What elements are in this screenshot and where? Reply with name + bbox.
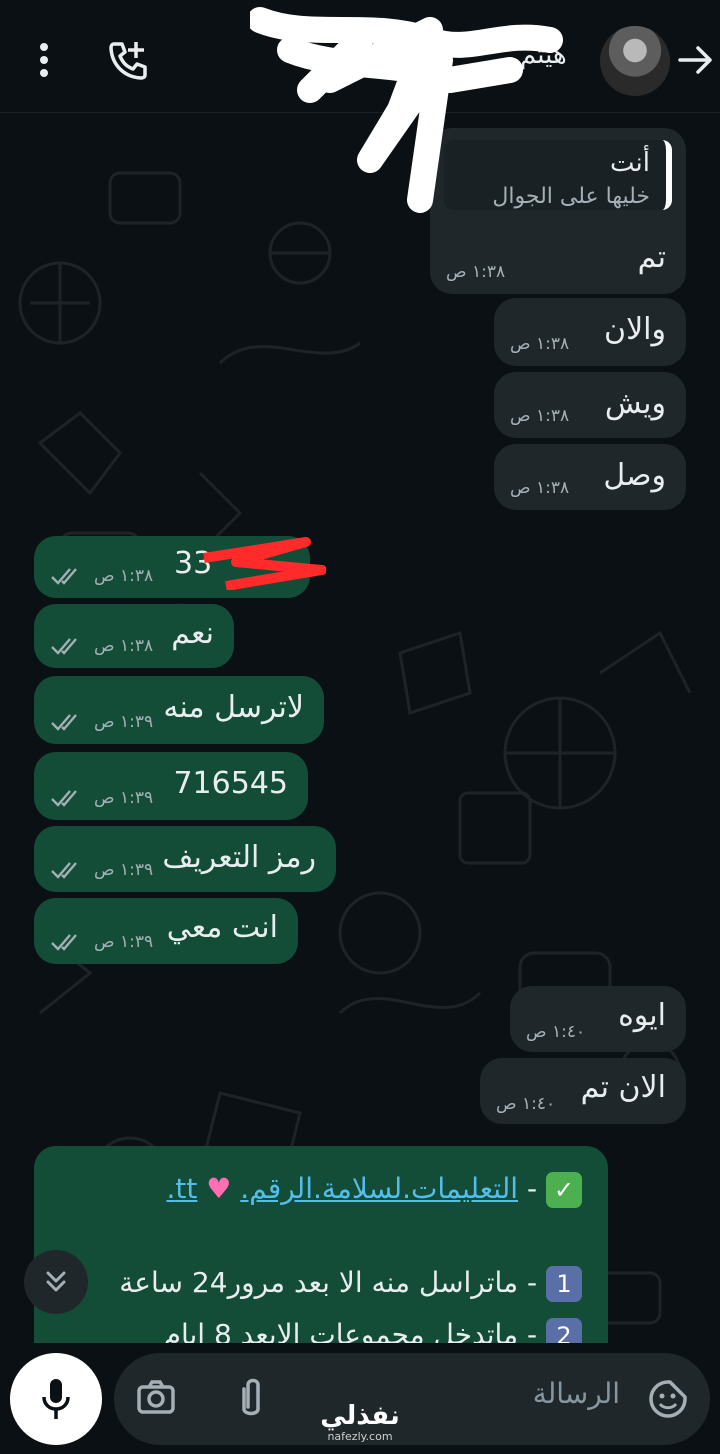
message-outgoing[interactable]: لاترسل منه ١:٣٩ ص bbox=[34, 676, 324, 744]
message-text: تم bbox=[637, 240, 666, 275]
heart-icon: ♥ bbox=[206, 1172, 232, 1205]
scroll-to-bottom-button[interactable] bbox=[24, 1250, 88, 1314]
redaction-scribble bbox=[203, 537, 326, 590]
read-ticks-icon bbox=[51, 790, 77, 807]
message-incoming[interactable]: ايوه ١:٤٠ ص bbox=[510, 986, 686, 1052]
keycap-one-icon: 1 bbox=[546, 1266, 582, 1302]
message-time: ١:٣٨ ص bbox=[94, 566, 154, 586]
add-call-icon[interactable] bbox=[104, 36, 152, 84]
double-chevron-down-icon bbox=[46, 1271, 66, 1292]
watermark-url: nafezly.com bbox=[327, 1430, 393, 1443]
line3-text: - ماتدخل مجموعات الابعد 8 ايام bbox=[163, 1318, 538, 1343]
sticker-icon[interactable] bbox=[648, 1379, 688, 1423]
message-time: ١:٤٠ ص bbox=[496, 1094, 556, 1114]
message-time: ١:٣٩ ص bbox=[94, 788, 154, 808]
watermark: نفذلي nafezly.com bbox=[310, 1402, 410, 1443]
message-time: ١:٣٨ ص bbox=[94, 636, 154, 656]
instructions-line-3: 2 - ماتدخل مجموعات الابعد 8 ايام bbox=[164, 1318, 582, 1343]
message-time: ١:٣٩ ص bbox=[94, 712, 154, 732]
message-text: انت معي bbox=[166, 910, 278, 945]
message-time: ١:٣٨ ص bbox=[446, 262, 506, 282]
message-text: رمز التعريف bbox=[162, 840, 316, 875]
message-text: لاترسل منه bbox=[163, 690, 304, 725]
line2-text: - ماتراسل منه الا بعد مرور24 ساعة bbox=[119, 1266, 538, 1299]
more-options-icon[interactable] bbox=[26, 38, 62, 82]
attach-icon[interactable] bbox=[236, 1375, 266, 1425]
message-text: نعم bbox=[171, 616, 214, 651]
contact-avatar[interactable] bbox=[600, 26, 670, 96]
read-ticks-icon bbox=[51, 638, 77, 655]
message-input-placeholder: الرسالة bbox=[532, 1377, 620, 1410]
message-time: ١:٣٨ ص bbox=[510, 334, 570, 354]
message-incoming[interactable]: وصل ١:٣٨ ص bbox=[494, 444, 686, 510]
check-mark-icon: ✓ bbox=[546, 1172, 582, 1208]
reply-sender: أنت bbox=[610, 148, 650, 178]
message-outgoing[interactable]: انت معي ١:٣٩ ص bbox=[34, 898, 298, 964]
message-text: ويش bbox=[604, 386, 666, 421]
message-outgoing-long[interactable]: ✓ - التعليمات.لسلامة.الرقم. ♥ tt. 1 - ما… bbox=[34, 1146, 608, 1343]
read-ticks-icon bbox=[51, 714, 77, 731]
message-time: ١:٣٩ ص bbox=[94, 860, 154, 880]
instructions-line-1: ✓ - التعليمات.لسلامة.الرقم. ♥ tt. bbox=[167, 1172, 582, 1208]
message-incoming[interactable]: ويش ١:٣٨ ص bbox=[494, 372, 686, 438]
read-ticks-icon bbox=[51, 568, 77, 585]
message-incoming[interactable]: الان تم ١:٤٠ ص bbox=[480, 1058, 686, 1124]
message-incoming[interactable]: والان ١:٣٨ ص bbox=[494, 298, 686, 366]
message-time: ١:٣٨ ص bbox=[510, 406, 570, 426]
message-text: وصل bbox=[603, 458, 666, 493]
instructions-line-2: 1 - ماتراسل منه الا بعد مرور24 ساعة bbox=[119, 1266, 582, 1302]
instructions-link-suffix[interactable]: tt. bbox=[167, 1172, 198, 1205]
read-ticks-icon bbox=[51, 862, 77, 879]
message-time: ١:٤٠ ص bbox=[526, 1022, 586, 1042]
message-text: والان bbox=[604, 312, 666, 347]
message-time: ١:٣٩ ص bbox=[94, 932, 154, 952]
line1-prefix: - bbox=[526, 1172, 538, 1205]
instructions-link[interactable]: التعليمات.لسلامة.الرقم. bbox=[240, 1172, 518, 1205]
microphone-icon bbox=[42, 1379, 70, 1419]
keycap-two-icon: 2 bbox=[546, 1318, 582, 1343]
message-text: 716545 bbox=[173, 766, 288, 801]
back-arrow-icon[interactable] bbox=[676, 40, 716, 80]
name-redaction-scribble bbox=[250, 7, 563, 213]
camera-icon[interactable] bbox=[136, 1379, 176, 1419]
message-outgoing[interactable]: نعم ١:٣٨ ص bbox=[34, 604, 234, 668]
voice-record-button[interactable] bbox=[10, 1353, 102, 1445]
message-outgoing[interactable]: 716545 ١:٣٩ ص bbox=[34, 752, 308, 820]
message-text: ايوه bbox=[618, 998, 666, 1033]
message-text: الان تم bbox=[580, 1070, 666, 1105]
watermark-arabic: نفذلي bbox=[320, 1401, 400, 1431]
message-time: ١:٣٨ ص bbox=[510, 478, 570, 498]
message-outgoing[interactable]: رمز التعريف ١:٣٩ ص bbox=[34, 826, 336, 892]
read-ticks-icon bbox=[51, 934, 77, 951]
message-input[interactable]: الرسالة bbox=[114, 1353, 710, 1445]
